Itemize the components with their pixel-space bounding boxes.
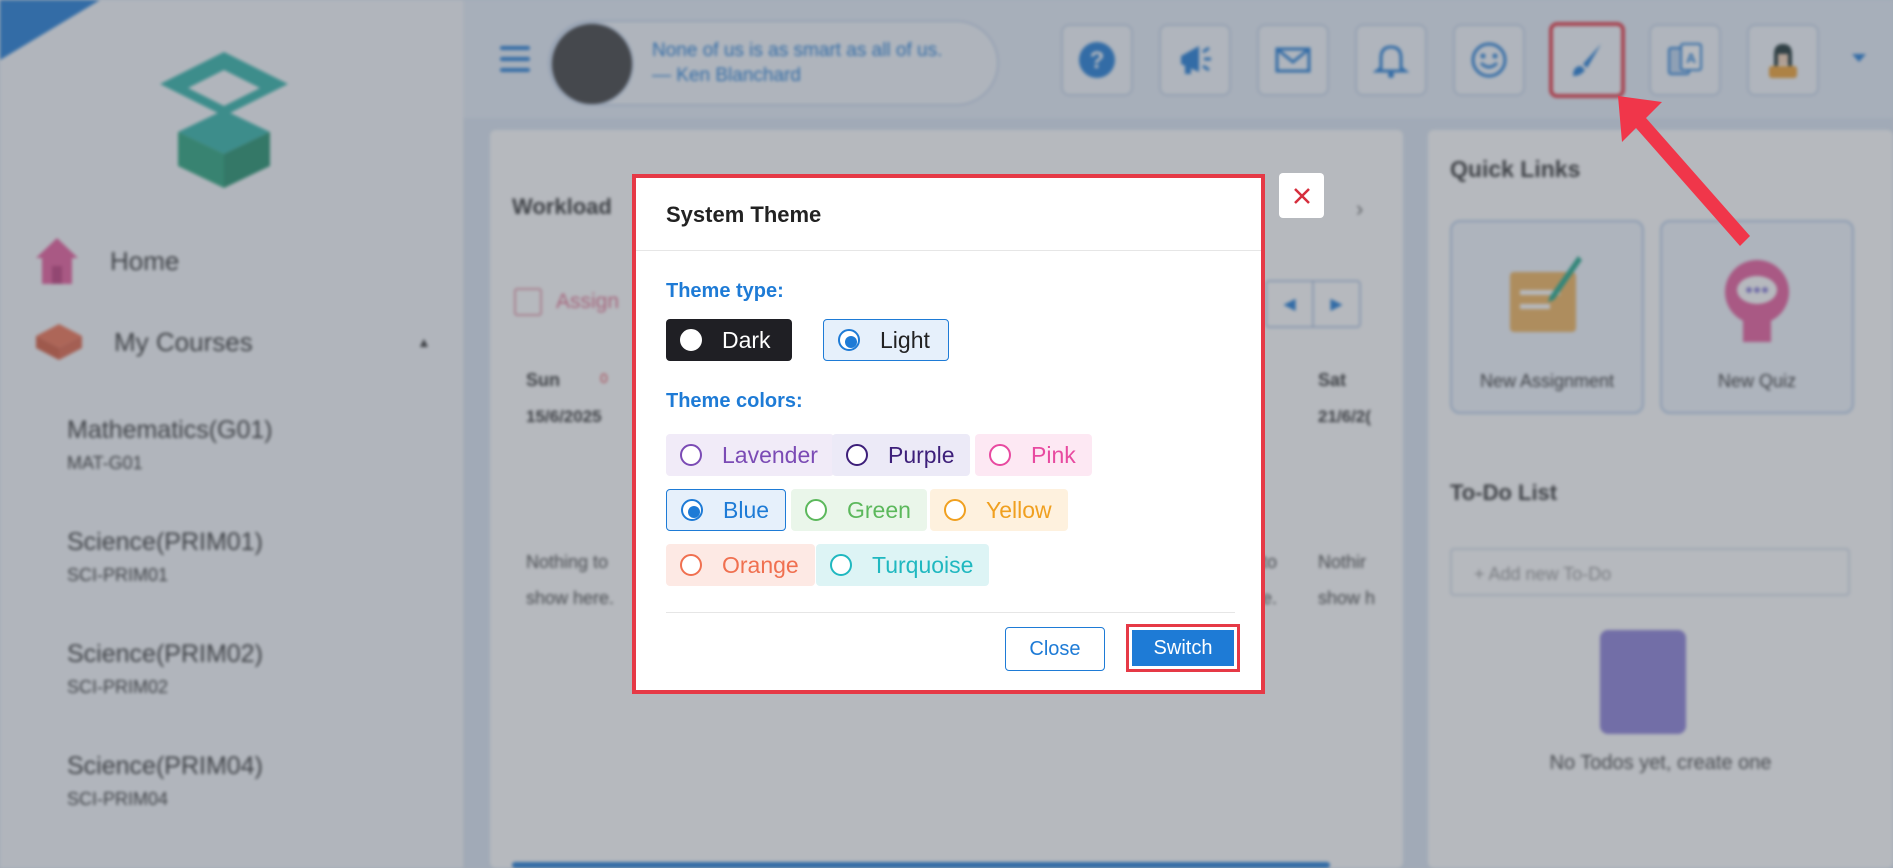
radio-label: Blue [723, 496, 770, 523]
color-yellow-radio[interactable]: Yellow [930, 489, 1068, 531]
modal-close-button[interactable] [1279, 173, 1324, 218]
radio-indicator [681, 499, 703, 521]
radio-label: Green [847, 496, 911, 523]
modal-header: System Theme [636, 178, 1261, 251]
radio-label: Purple [888, 441, 955, 468]
radio-indicator [680, 554, 702, 576]
radio-indicator [944, 499, 966, 521]
theme-colors-label: Theme colors: [666, 390, 803, 412]
color-turquoise-radio[interactable]: Turquoise [816, 544, 990, 586]
color-purple-radio[interactable]: Purple [832, 434, 971, 476]
radio-label: Turquoise [872, 551, 974, 578]
switch-button-highlight: Switch [1126, 624, 1240, 672]
system-theme-modal: System Theme Theme type: Dark Light Them… [632, 174, 1265, 694]
radio-label: Pink [1031, 441, 1076, 468]
color-green-radio[interactable]: Green [791, 489, 927, 531]
color-blue-radio[interactable]: Blue [666, 489, 787, 531]
theme-type-light-radio[interactable]: Light [823, 319, 949, 361]
radio-indicator [838, 329, 860, 351]
radio-label: Yellow [986, 496, 1052, 523]
annotation-arrow-icon [1618, 96, 1750, 246]
radio-indicator [830, 554, 852, 576]
radio-indicator [846, 444, 868, 466]
switch-button[interactable]: Switch [1132, 630, 1234, 666]
radio-indicator [805, 499, 827, 521]
radio-label: Lavender [722, 441, 818, 468]
radio-indicator [680, 444, 702, 466]
theme-type-dark-radio[interactable]: Dark [666, 319, 792, 361]
radio-indicator [989, 444, 1011, 466]
modal-title: System Theme [666, 202, 822, 227]
radio-indicator [680, 329, 702, 351]
modal-divider [666, 612, 1235, 613]
color-lavender-radio[interactable]: Lavender [666, 434, 834, 476]
close-button[interactable]: Close [1005, 627, 1105, 671]
radio-label: Dark [722, 326, 771, 353]
color-pink-radio[interactable]: Pink [975, 434, 1092, 476]
theme-type-label: Theme type: [666, 280, 784, 302]
close-icon [1293, 187, 1310, 204]
radio-label: Orange [722, 551, 799, 578]
color-orange-radio[interactable]: Orange [666, 544, 815, 586]
radio-label: Light [880, 326, 930, 353]
